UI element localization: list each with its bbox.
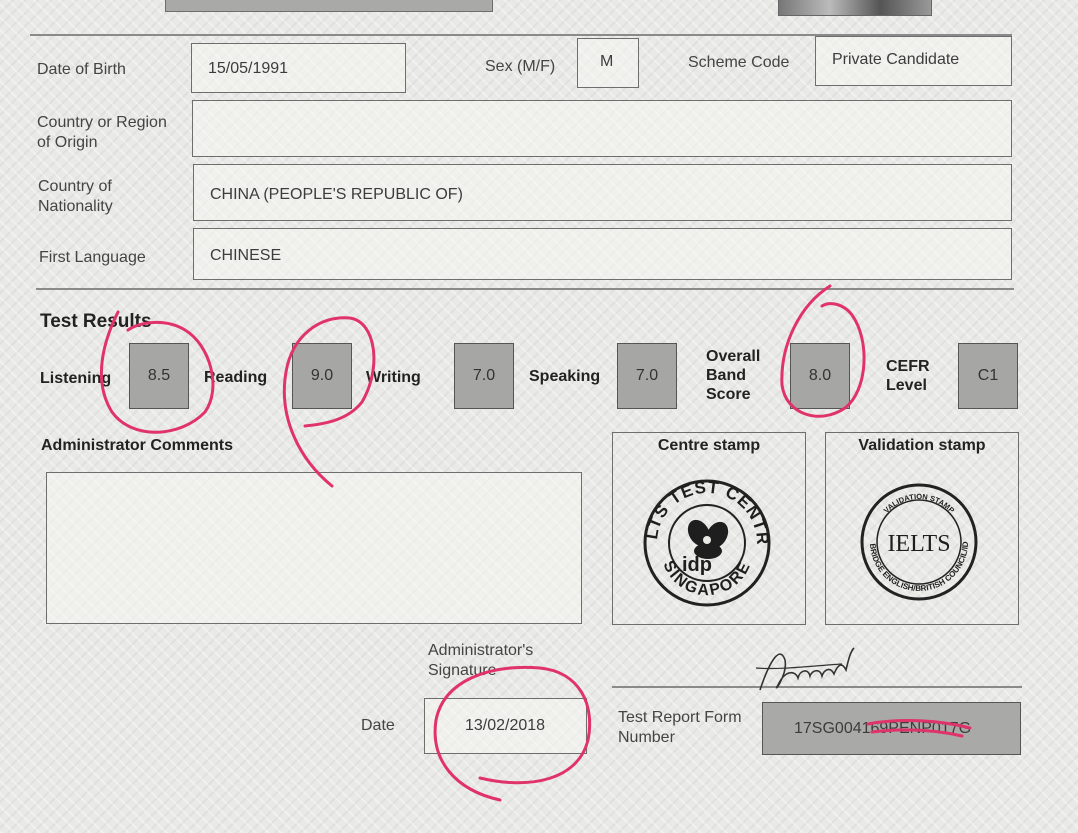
first-language-field: CHINESE xyxy=(193,228,1012,280)
nationality-label-line2: Nationality xyxy=(38,198,113,215)
reading-label: Reading xyxy=(204,369,268,386)
origin-field xyxy=(192,100,1012,157)
signature-label-line2: Signature xyxy=(428,662,497,679)
trf-number-field: 17SG004169PENP017G xyxy=(762,702,1021,755)
centre-stamp-box: Centre stamp IELTS TEST CENTRE SINGAPORE… xyxy=(612,432,806,625)
origin-label-line1: Country or Region xyxy=(37,114,167,131)
nationality-field: CHINA (PEOPLE'S REPUBLIC OF) xyxy=(193,164,1012,221)
overall-band-label: Overall Band Score xyxy=(706,347,760,404)
speaking-label: Speaking xyxy=(529,368,601,385)
cefr-label-line2: Level xyxy=(886,377,927,394)
origin-label-line2: of Origin xyxy=(37,134,98,151)
idp-logo-icon xyxy=(687,519,729,559)
sex-field: M xyxy=(577,38,639,88)
overall-label-line3: Score xyxy=(706,386,751,403)
administrator-signature-label: Administrator's Signature xyxy=(428,641,533,681)
speaking-score: 7.0 xyxy=(617,343,677,409)
photo-remnant xyxy=(778,0,932,16)
dob-field: 15/05/1991 xyxy=(191,43,406,93)
scheme-code-label: Scheme Code xyxy=(688,54,790,71)
administrator-comments-field xyxy=(46,472,582,624)
cefr-level-value: C1 xyxy=(958,343,1018,409)
sex-value: M xyxy=(600,53,614,70)
date-value: 13/02/2018 xyxy=(465,717,546,734)
validation-stamp-box: Validation stamp VALIDATION STAMP CAMBRI… xyxy=(825,432,1019,625)
administrator-signature xyxy=(755,647,855,691)
overall-label-line1: Overall xyxy=(706,348,761,365)
validation-stamp-top-text: VALIDATION STAMP xyxy=(882,492,956,515)
nationality-value: CHINA (PEOPLE'S REPUBLIC OF) xyxy=(210,186,463,203)
cefr-label-line1: CEFR xyxy=(886,358,930,375)
validation-stamp-seal: VALIDATION STAMP CAMBRIDGE ENGLISH/BRITI… xyxy=(858,481,978,601)
dob-value: 15/05/1991 xyxy=(208,60,289,77)
nationality-label-line1: Country of xyxy=(38,178,112,195)
dob-label: Date of Birth xyxy=(37,61,126,78)
trf-label-line1: Test Report Form xyxy=(618,709,742,726)
trf-number-value: 17SG004169PENP017G xyxy=(794,720,972,737)
date-label: Date xyxy=(361,717,395,734)
overall-label-line2: Band xyxy=(706,367,746,384)
writing-score: 7.0 xyxy=(454,343,514,409)
first-language-value: CHINESE xyxy=(210,247,282,264)
listening-label: Listening xyxy=(40,370,112,387)
reading-score: 9.0 xyxy=(292,343,352,409)
scheme-code-value: Private Candidate xyxy=(832,51,960,68)
validation-stamp-center-text: IELTS xyxy=(887,531,950,557)
test-results-title: Test Results xyxy=(40,311,152,332)
overall-band-score: 8.0 xyxy=(790,343,850,409)
sex-label: Sex (M/F) xyxy=(485,58,556,75)
cefr-level-label: CEFR Level xyxy=(886,357,930,395)
origin-label: Country or Region of Origin xyxy=(37,113,167,153)
listening-score: 8.5 xyxy=(129,343,189,409)
signature-label-line1: Administrator's xyxy=(428,642,534,659)
first-language-label: First Language xyxy=(39,249,146,266)
writing-label: Writing xyxy=(366,369,421,386)
date-field: 13/02/2018 xyxy=(424,698,587,754)
svg-text:VALIDATION STAMP: VALIDATION STAMP xyxy=(882,492,956,515)
nationality-label: Country of Nationality xyxy=(38,177,113,217)
idp-logo-text: idp xyxy=(682,554,712,576)
validation-stamp-label: Validation stamp xyxy=(858,437,986,454)
divider xyxy=(36,288,1014,290)
scheme-code-field: Private Candidate xyxy=(815,36,1012,86)
administrator-comments-label: Administrator Comments xyxy=(41,437,234,454)
centre-stamp-seal: IELTS TEST CENTRE SINGAPORE idp xyxy=(641,477,771,607)
top-field-remnant xyxy=(165,0,493,12)
trf-number-label: Test Report Form Number xyxy=(618,708,742,748)
trf-label-line2: Number xyxy=(618,729,675,746)
centre-stamp-label: Centre stamp xyxy=(657,437,761,454)
